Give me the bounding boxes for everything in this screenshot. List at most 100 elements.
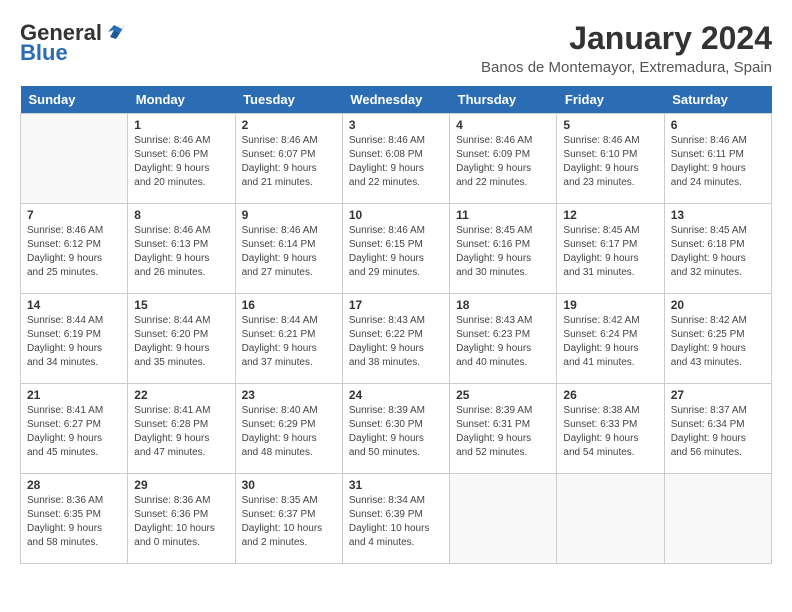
calendar-cell: 21 Sunrise: 8:41 AM Sunset: 6:27 PM Dayl… [21, 384, 128, 474]
calendar-table: Sunday Monday Tuesday Wednesday Thursday… [20, 86, 772, 564]
calendar-cell: 11 Sunrise: 8:45 AM Sunset: 6:16 PM Dayl… [450, 204, 557, 294]
day-number: 29 [134, 478, 228, 492]
sunrise-text: Sunrise: 8:35 AM [242, 495, 318, 506]
header-tuesday: Tuesday [235, 86, 342, 114]
calendar-cell: 8 Sunrise: 8:46 AM Sunset: 6:13 PM Dayli… [128, 204, 235, 294]
day-number: 10 [349, 208, 443, 222]
day-info: Sunrise: 8:43 AM Sunset: 6:22 PM Dayligh… [349, 314, 443, 370]
day-number: 6 [671, 118, 765, 132]
sunset-text: Sunset: 6:31 PM [456, 419, 530, 430]
sunset-text: Sunset: 6:28 PM [134, 419, 208, 430]
calendar-cell: 10 Sunrise: 8:46 AM Sunset: 6:15 PM Dayl… [342, 204, 449, 294]
day-info: Sunrise: 8:46 AM Sunset: 6:10 PM Dayligh… [563, 134, 657, 190]
calendar-week-row: 14 Sunrise: 8:44 AM Sunset: 6:19 PM Dayl… [21, 294, 772, 384]
calendar-cell: 4 Sunrise: 8:46 AM Sunset: 6:09 PM Dayli… [450, 114, 557, 204]
day-number: 22 [134, 388, 228, 402]
day-info: Sunrise: 8:41 AM Sunset: 6:27 PM Dayligh… [27, 404, 121, 460]
sunrise-text: Sunrise: 8:44 AM [242, 315, 318, 326]
calendar-cell: 23 Sunrise: 8:40 AM Sunset: 6:29 PM Dayl… [235, 384, 342, 474]
day-info: Sunrise: 8:45 AM Sunset: 6:17 PM Dayligh… [563, 224, 657, 280]
calendar-cell: 28 Sunrise: 8:36 AM Sunset: 6:35 PM Dayl… [21, 474, 128, 564]
calendar-week-row: 28 Sunrise: 8:36 AM Sunset: 6:35 PM Dayl… [21, 474, 772, 564]
sunset-text: Sunset: 6:09 PM [456, 149, 530, 160]
daylight-text: Daylight: 9 hours and 26 minutes. [134, 253, 209, 278]
calendar-cell: 29 Sunrise: 8:36 AM Sunset: 6:36 PM Dayl… [128, 474, 235, 564]
sunset-text: Sunset: 6:34 PM [671, 419, 745, 430]
day-number: 31 [349, 478, 443, 492]
calendar-cell: 15 Sunrise: 8:44 AM Sunset: 6:20 PM Dayl… [128, 294, 235, 384]
daylight-text: Daylight: 9 hours and 23 minutes. [563, 163, 638, 188]
calendar-cell: 18 Sunrise: 8:43 AM Sunset: 6:23 PM Dayl… [450, 294, 557, 384]
sunset-text: Sunset: 6:16 PM [456, 239, 530, 250]
sunset-text: Sunset: 6:19 PM [27, 329, 101, 340]
day-info: Sunrise: 8:36 AM Sunset: 6:36 PM Dayligh… [134, 494, 228, 550]
day-info: Sunrise: 8:46 AM Sunset: 6:12 PM Dayligh… [27, 224, 121, 280]
day-info: Sunrise: 8:39 AM Sunset: 6:31 PM Dayligh… [456, 404, 550, 460]
day-number: 27 [671, 388, 765, 402]
daylight-text: Daylight: 9 hours and 22 minutes. [456, 163, 531, 188]
day-number: 26 [563, 388, 657, 402]
daylight-text: Daylight: 9 hours and 30 minutes. [456, 253, 531, 278]
sunset-text: Sunset: 6:29 PM [242, 419, 316, 430]
sunset-text: Sunset: 6:30 PM [349, 419, 423, 430]
sunset-text: Sunset: 6:25 PM [671, 329, 745, 340]
day-number: 20 [671, 298, 765, 312]
header-wednesday: Wednesday [342, 86, 449, 114]
day-info: Sunrise: 8:46 AM Sunset: 6:09 PM Dayligh… [456, 134, 550, 190]
day-info: Sunrise: 8:44 AM Sunset: 6:20 PM Dayligh… [134, 314, 228, 370]
sunset-text: Sunset: 6:17 PM [563, 239, 637, 250]
daylight-text: Daylight: 10 hours and 4 minutes. [349, 523, 430, 548]
day-number: 28 [27, 478, 121, 492]
day-info: Sunrise: 8:46 AM Sunset: 6:11 PM Dayligh… [671, 134, 765, 190]
calendar-cell: 26 Sunrise: 8:38 AM Sunset: 6:33 PM Dayl… [557, 384, 664, 474]
daylight-text: Daylight: 9 hours and 37 minutes. [242, 343, 317, 368]
sunset-text: Sunset: 6:24 PM [563, 329, 637, 340]
day-info: Sunrise: 8:37 AM Sunset: 6:34 PM Dayligh… [671, 404, 765, 460]
sunrise-text: Sunrise: 8:45 AM [456, 225, 532, 236]
sunset-text: Sunset: 6:21 PM [242, 329, 316, 340]
daylight-text: Daylight: 9 hours and 40 minutes. [456, 343, 531, 368]
calendar-cell: 13 Sunrise: 8:45 AM Sunset: 6:18 PM Dayl… [664, 204, 771, 294]
calendar-cell: 2 Sunrise: 8:46 AM Sunset: 6:07 PM Dayli… [235, 114, 342, 204]
daylight-text: Daylight: 9 hours and 27 minutes. [242, 253, 317, 278]
sunrise-text: Sunrise: 8:42 AM [671, 315, 747, 326]
sunrise-text: Sunrise: 8:41 AM [134, 405, 210, 416]
header-saturday: Saturday [664, 86, 771, 114]
day-info: Sunrise: 8:45 AM Sunset: 6:18 PM Dayligh… [671, 224, 765, 280]
day-number: 19 [563, 298, 657, 312]
day-info: Sunrise: 8:39 AM Sunset: 6:30 PM Dayligh… [349, 404, 443, 460]
day-number: 24 [349, 388, 443, 402]
day-number: 13 [671, 208, 765, 222]
day-number: 8 [134, 208, 228, 222]
sunset-text: Sunset: 6:37 PM [242, 509, 316, 520]
sunset-text: Sunset: 6:39 PM [349, 509, 423, 520]
daylight-text: Daylight: 9 hours and 52 minutes. [456, 433, 531, 458]
daylight-text: Daylight: 9 hours and 20 minutes. [134, 163, 209, 188]
day-number: 5 [563, 118, 657, 132]
day-number: 2 [242, 118, 336, 132]
page-header: General Blue January 2024 Banos de Monte… [20, 20, 772, 76]
logo-bird-icon [104, 23, 126, 41]
sunrise-text: Sunrise: 8:46 AM [563, 135, 639, 146]
calendar-subtitle: Banos de Montemayor, Extremadura, Spain [481, 59, 772, 76]
sunrise-text: Sunrise: 8:46 AM [349, 225, 425, 236]
title-block: January 2024 Banos de Montemayor, Extrem… [481, 20, 772, 76]
sunset-text: Sunset: 6:22 PM [349, 329, 423, 340]
calendar-cell [664, 474, 771, 564]
header-sunday: Sunday [21, 86, 128, 114]
calendar-cell: 1 Sunrise: 8:46 AM Sunset: 6:06 PM Dayli… [128, 114, 235, 204]
calendar-cell: 24 Sunrise: 8:39 AM Sunset: 6:30 PM Dayl… [342, 384, 449, 474]
day-info: Sunrise: 8:42 AM Sunset: 6:24 PM Dayligh… [563, 314, 657, 370]
calendar-cell: 20 Sunrise: 8:42 AM Sunset: 6:25 PM Dayl… [664, 294, 771, 384]
day-number: 23 [242, 388, 336, 402]
sunset-text: Sunset: 6:07 PM [242, 149, 316, 160]
sunrise-text: Sunrise: 8:45 AM [563, 225, 639, 236]
header-monday: Monday [128, 86, 235, 114]
day-number: 11 [456, 208, 550, 222]
sunset-text: Sunset: 6:33 PM [563, 419, 637, 430]
daylight-text: Daylight: 9 hours and 31 minutes. [563, 253, 638, 278]
sunset-text: Sunset: 6:13 PM [134, 239, 208, 250]
sunset-text: Sunset: 6:06 PM [134, 149, 208, 160]
sunset-text: Sunset: 6:11 PM [671, 149, 744, 160]
sunrise-text: Sunrise: 8:39 AM [349, 405, 425, 416]
